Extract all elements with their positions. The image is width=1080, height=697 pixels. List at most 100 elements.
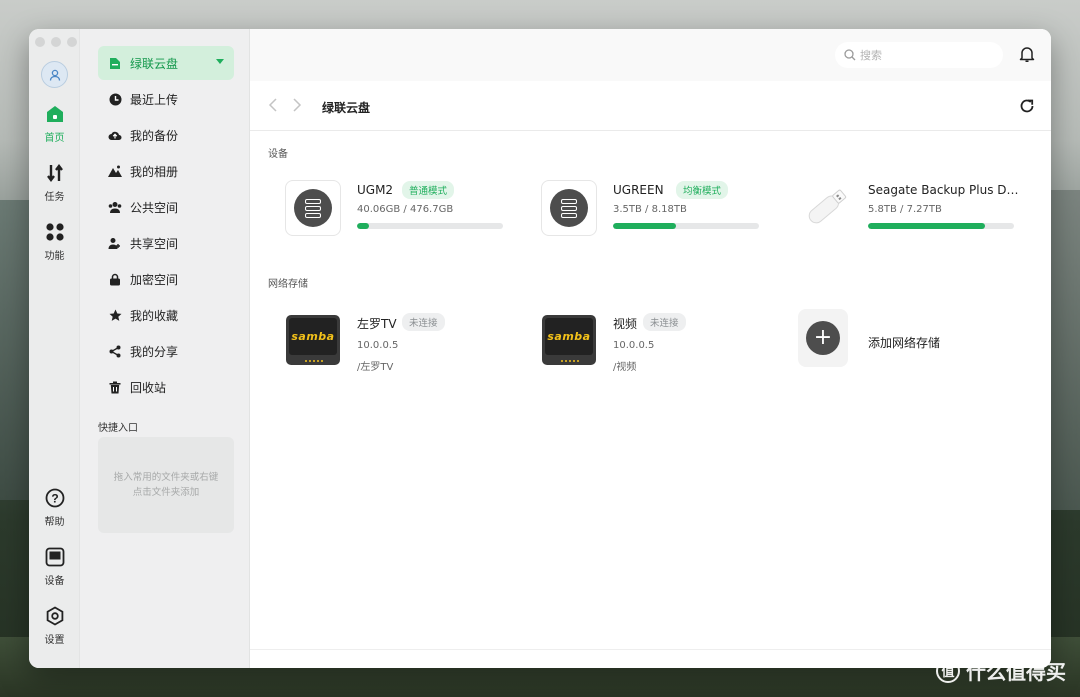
sidebar-item-recycle-bin[interactable]: 回收站 bbox=[98, 370, 234, 404]
device-card-ugreen[interactable]: UGREEN 均衡模式 3.5TB / 8.18TB bbox=[541, 180, 781, 240]
apps-icon bbox=[44, 221, 66, 243]
transfer-icon bbox=[44, 162, 66, 184]
search-input[interactable]: 搜索 bbox=[835, 42, 1003, 68]
cloud-upload-icon bbox=[108, 128, 122, 142]
group-icon bbox=[108, 200, 122, 214]
sidebar-item-my-shares[interactable]: 我的分享 bbox=[98, 334, 234, 368]
folder-icon bbox=[108, 56, 122, 70]
bell-icon[interactable] bbox=[1019, 45, 1035, 63]
main-content: 搜索 绿联云盘 设备 UGM2 普通模式 40.06GB / 476.7GB U… bbox=[250, 29, 1051, 668]
lock-icon bbox=[108, 272, 122, 286]
sidebar-item-label: 我的备份 bbox=[130, 128, 179, 143]
forward-button[interactable] bbox=[292, 98, 306, 112]
rail-item-functions[interactable]: 功能 bbox=[29, 221, 80, 262]
mode-badge: 均衡模式 bbox=[676, 181, 729, 199]
search-placeholder: 搜索 bbox=[860, 49, 882, 62]
samba-logo-icon: samba bbox=[286, 315, 340, 365]
sidebar-item-label: 公共空间 bbox=[130, 200, 179, 215]
back-button[interactable] bbox=[268, 98, 282, 112]
device-icon bbox=[44, 546, 66, 568]
sidebar-item-public-space[interactable]: 公共空间 bbox=[98, 190, 234, 224]
chevron-down-icon[interactable] bbox=[216, 59, 224, 64]
sidebar-item-shared-space[interactable]: 共享空间 bbox=[98, 226, 234, 260]
share-icon bbox=[108, 344, 122, 358]
app-window: 首页 任务 功能 ? 帮助 设备 设置 绿联云盘 最近上传 我的备份 我的相册 … bbox=[29, 29, 1051, 668]
rail-item-label: 设置 bbox=[44, 635, 65, 646]
help-icon: ? bbox=[44, 487, 66, 509]
rail-item-home[interactable]: 首页 bbox=[29, 103, 80, 144]
connection-status-badge: 未连接 bbox=[643, 313, 686, 331]
sidebar-item-label: 共享空间 bbox=[130, 236, 179, 251]
network-card-zuoluotv[interactable]: samba 左罗TV 未连接 10.0.0.5 /左罗TV bbox=[285, 312, 525, 373]
quick-access-dropzone[interactable]: 拖入常用的文件夹或右键点击文件夹添加 bbox=[98, 437, 234, 533]
watermark-logo: 值 bbox=[936, 658, 960, 683]
add-network-storage-button[interactable]: + 添加网络存储 bbox=[798, 309, 1038, 369]
rail-item-label: 帮助 bbox=[44, 517, 65, 528]
left-rail: 首页 任务 功能 ? 帮助 设备 设置 bbox=[29, 29, 80, 668]
plus-icon: + bbox=[806, 321, 840, 355]
sidebar: 绿联云盘 最近上传 我的备份 我的相册 公共空间 共享空间 加密空间 我的收藏 … bbox=[80, 29, 250, 668]
nas-thumb: samba bbox=[541, 312, 597, 368]
mountain-icon bbox=[108, 164, 122, 178]
device-capacity: 40.06GB / 476.7GB bbox=[357, 204, 454, 215]
quick-access-hint: 拖入常用的文件夹或右键点击文件夹添加 bbox=[113, 472, 219, 498]
sidebar-item-encrypted-space[interactable]: 加密空间 bbox=[98, 262, 234, 296]
background-mountain-right bbox=[1050, 190, 1080, 510]
device-thumb bbox=[541, 180, 597, 236]
background-mountain-left bbox=[0, 200, 32, 500]
sidebar-item-label: 加密空间 bbox=[130, 272, 179, 287]
clock-icon bbox=[108, 92, 122, 106]
page-title: 绿联云盘 bbox=[322, 101, 371, 115]
network-path: /左罗TV bbox=[357, 362, 394, 373]
rail-item-devices[interactable]: 设备 bbox=[29, 546, 80, 587]
avatar[interactable] bbox=[41, 61, 68, 88]
rail-item-label: 任务 bbox=[44, 192, 65, 203]
sidebar-item-album[interactable]: 我的相册 bbox=[98, 154, 234, 188]
network-storage-section-title: 网络存储 bbox=[268, 279, 308, 290]
sidebar-item-label: 我的相册 bbox=[130, 164, 179, 179]
refresh-icon[interactable] bbox=[1019, 98, 1035, 114]
sidebar-item-backup[interactable]: 我的备份 bbox=[98, 118, 234, 152]
sidebar-item-label: 回收站 bbox=[130, 380, 167, 395]
rail-item-label: 设备 bbox=[44, 576, 65, 587]
rail-item-label: 功能 bbox=[44, 251, 65, 262]
storage-progress-bar bbox=[357, 223, 503, 229]
home-icon bbox=[44, 103, 66, 125]
user-icon bbox=[49, 69, 60, 81]
sidebar-item-recent[interactable]: 最近上传 bbox=[98, 82, 234, 116]
add-tile: + bbox=[798, 309, 848, 367]
device-name: UGREEN bbox=[613, 183, 664, 197]
usb-drive-icon bbox=[808, 189, 847, 224]
device-card-ugm2[interactable]: UGM2 普通模式 40.06GB / 476.7GB bbox=[285, 180, 525, 240]
device-card-seagate[interactable]: Seagate Backup Plus Dr... 5.8TB / 7.27TB bbox=[796, 180, 1036, 240]
watermark-text: 什么值得买 bbox=[966, 660, 1066, 684]
settings-icon bbox=[44, 605, 66, 627]
storage-progress-bar bbox=[613, 223, 759, 229]
window-controls bbox=[35, 37, 77, 47]
svg-text:?: ? bbox=[51, 492, 58, 506]
network-path: /视频 bbox=[613, 362, 637, 373]
samba-logo-icon: samba bbox=[542, 315, 596, 365]
server-icon bbox=[550, 189, 588, 227]
search-icon bbox=[844, 49, 856, 61]
sidebar-item-label: 我的分享 bbox=[130, 344, 179, 359]
rail-item-help[interactable]: ? 帮助 bbox=[29, 487, 80, 528]
device-capacity: 5.8TB / 7.27TB bbox=[868, 204, 942, 215]
sidebar-item-ugreen-cloud[interactable]: 绿联云盘 bbox=[98, 46, 234, 80]
sidebar-item-favorites[interactable]: 我的收藏 bbox=[98, 298, 234, 332]
minimize-window-button[interactable] bbox=[51, 37, 61, 47]
top-bar: 搜索 bbox=[250, 29, 1051, 81]
network-card-video[interactable]: samba 视频 未连接 10.0.0.5 /视频 bbox=[541, 312, 781, 373]
rail-item-settings[interactable]: 设置 bbox=[29, 605, 80, 646]
star-icon bbox=[108, 308, 122, 322]
server-icon bbox=[294, 189, 332, 227]
rail-item-tasks[interactable]: 任务 bbox=[29, 162, 80, 203]
rail-item-label: 首页 bbox=[44, 133, 65, 144]
zoom-window-button[interactable] bbox=[67, 37, 77, 47]
users-icon bbox=[108, 236, 122, 250]
close-window-button[interactable] bbox=[35, 37, 45, 47]
divider bbox=[250, 649, 1051, 650]
network-ip: 10.0.0.5 bbox=[357, 340, 399, 351]
quick-access-title: 快捷入口 bbox=[98, 423, 138, 434]
device-name: Seagate Backup Plus Dr... bbox=[868, 183, 1020, 197]
